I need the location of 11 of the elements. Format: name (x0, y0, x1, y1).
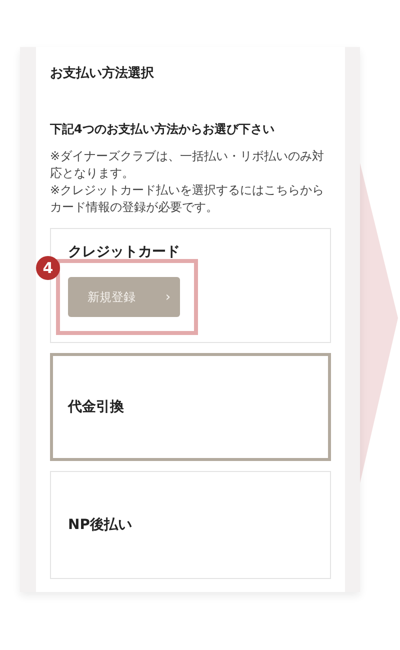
option-label: 代金引換 (68, 398, 124, 416)
payment-option[interactable]: NP後払い (50, 471, 331, 579)
option-label: NP後払い (68, 516, 132, 534)
payment-option[interactable]: 代金引換 (50, 353, 331, 461)
step-badge: 4 (36, 256, 60, 280)
chevron-icon: › (165, 290, 171, 304)
instruction-text: 下記4つのお支払い方法からお選び下さい (50, 121, 276, 138)
option-label: クレジットカード (68, 243, 180, 261)
note-text: ※クレジットカード払いを選択するにはこちらからカード情報の登録が必要です。 (50, 182, 326, 216)
page-title: お支払い方法選択 (50, 64, 155, 83)
note-text: ※ダイナーズクラブは、一括払い・リボ払いのみ対応となります。 (50, 148, 326, 182)
